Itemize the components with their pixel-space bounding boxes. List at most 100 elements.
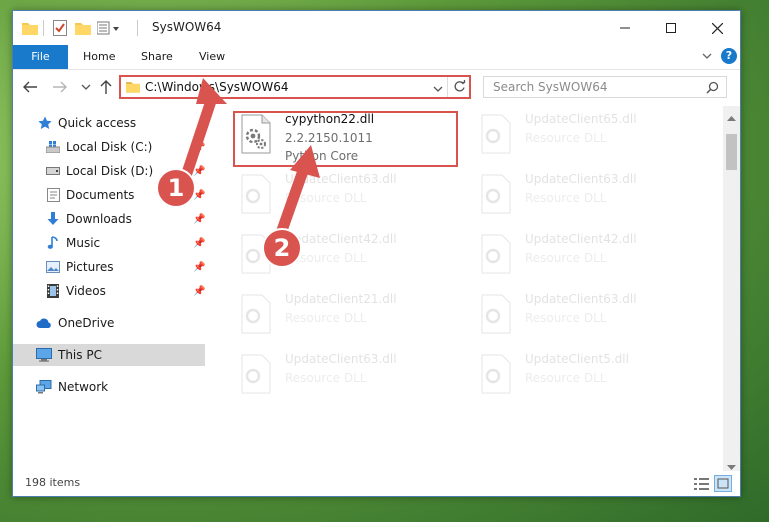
pin-icon[interactable]: 📌 (193, 262, 205, 273)
help-icon[interactable]: ? (721, 48, 737, 64)
list-item[interactable]: UpdateClient21.dll Resource DLL (239, 291, 469, 347)
file-name: UpdateClient65.dll (525, 112, 637, 126)
list-item[interactable]: UpdateClient65.dll Resource DLL (479, 111, 709, 167)
dll-file-icon (479, 354, 513, 394)
sidebar-item-network[interactable]: Network (13, 376, 205, 398)
minimize-button[interactable] (602, 11, 648, 45)
search-icon[interactable] (706, 81, 719, 97)
file-item-cypython22[interactable]: cypython22.dll 2.2.2150.1011 Python Core (239, 111, 469, 167)
sidebar-label: Music (66, 236, 101, 250)
file-name: cypython22.dll (285, 112, 375, 126)
vertical-scrollbar[interactable] (723, 106, 740, 471)
download-arrow-icon (45, 211, 61, 227)
address-dropdown-icon[interactable] (433, 82, 443, 96)
scroll-up-icon[interactable] (727, 110, 736, 124)
refresh-icon[interactable] (453, 79, 466, 96)
tab-home[interactable]: Home (83, 45, 115, 69)
search-input[interactable]: Search SysWOW64 (493, 80, 607, 94)
scroll-thumb[interactable] (726, 134, 737, 170)
network-icon (36, 379, 52, 395)
dll-file-icon (239, 294, 273, 334)
tab-share[interactable]: Share (141, 45, 173, 69)
title-divider (137, 20, 138, 36)
folder-icon (22, 20, 38, 36)
sidebar-label: Local Disk (C:) (66, 140, 153, 154)
cloud-icon (36, 315, 52, 331)
sidebar-label: Pictures (66, 260, 114, 274)
file-name: UpdateClient63.dll (525, 172, 637, 186)
sidebar-item-downloads[interactable]: Downloads 📌 (13, 208, 205, 230)
dll-file-icon (239, 114, 273, 154)
documents-icon (45, 187, 61, 203)
dll-file-icon (479, 234, 513, 274)
pin-icon[interactable]: 📌 (193, 214, 205, 225)
list-item[interactable]: UpdateClient5.dll Resource DLL (479, 351, 709, 407)
dll-file-icon (479, 114, 513, 154)
file-name: UpdateClient5.dll (525, 352, 629, 366)
pin-icon[interactable]: 📌 (193, 238, 205, 249)
back-button[interactable] (21, 78, 39, 96)
details-view-icon[interactable] (694, 477, 709, 494)
ribbon-tabs: File Home Share View ? (13, 45, 740, 70)
pin-icon[interactable]: 📌 (193, 166, 205, 177)
pin-icon[interactable]: 📌 (193, 142, 205, 153)
step-badge-2: 2 (262, 228, 302, 268)
search-box[interactable]: Search SysWOW64 (483, 76, 727, 98)
address-divider (447, 77, 448, 97)
file-description: Resource DLL (525, 131, 607, 145)
properties-icon[interactable] (53, 20, 67, 36)
sidebar-item-videos[interactable]: Videos 📌 (13, 280, 205, 302)
windows-drive-icon (45, 139, 61, 155)
list-item[interactable]: UpdateClient42.dll Resource DLL (479, 231, 709, 287)
file-description: Resource DLL (525, 371, 607, 385)
sidebar-label: Documents (66, 188, 135, 202)
sidebar-label: Network (58, 380, 109, 394)
sidebar-item-quick-access[interactable]: Quick access (13, 112, 205, 134)
file-description: Resource DLL (525, 191, 607, 205)
expand-ribbon-icon[interactable] (701, 50, 713, 65)
address-folder-icon (126, 80, 140, 96)
item-count: 198 items (25, 476, 81, 489)
sidebar-item-onedrive[interactable]: OneDrive (13, 312, 205, 334)
list-item[interactable]: UpdateClient63.dll Resource DLL (239, 171, 469, 227)
address-path[interactable]: C:\Windows\SysWOW64 (145, 80, 289, 94)
sidebar-label: Downloads (66, 212, 132, 226)
list-item[interactable]: UpdateClient63.dll Resource DLL (479, 171, 709, 227)
recent-locations-icon[interactable] (77, 78, 95, 96)
dll-file-icon (479, 174, 513, 214)
file-description: Resource DLL (525, 311, 607, 325)
navigation-pane: Quick access Local Disk (C:) 📌 Local Dis… (13, 106, 205, 476)
pin-icon[interactable]: 📌 (193, 286, 205, 297)
forward-button[interactable] (51, 78, 69, 96)
dll-file-icon (239, 354, 273, 394)
new-folder-icon[interactable] (75, 20, 91, 36)
sidebar-item-pictures[interactable]: Pictures 📌 (13, 256, 205, 278)
sidebar-item-music[interactable]: Music 📌 (13, 232, 205, 254)
qat-divider (43, 20, 44, 36)
sidebar-label: Videos (66, 284, 106, 298)
tiles-view-icon[interactable] (714, 475, 732, 492)
step-badge-1: 1 (156, 168, 196, 208)
file-version: 2.2.2150.1011 (285, 131, 373, 145)
list-item[interactable]: UpdateClient63.dll Resource DLL (479, 291, 709, 347)
sidebar-label: This PC (58, 348, 102, 362)
up-button[interactable] (97, 78, 115, 96)
drive-icon (45, 163, 61, 179)
sidebar-item-this-pc[interactable]: This PC (13, 344, 205, 366)
star-icon (37, 115, 53, 131)
maximize-button[interactable] (648, 11, 694, 45)
file-description: Python Core (285, 149, 359, 163)
file-description: Resource DLL (285, 371, 367, 385)
tab-view[interactable]: View (199, 45, 225, 69)
sidebar-label: OneDrive (58, 316, 115, 330)
tab-file[interactable]: File (13, 45, 68, 69)
dll-file-icon (479, 294, 513, 334)
sidebar-item-local-disk-c[interactable]: Local Disk (C:) 📌 (13, 136, 205, 158)
list-item[interactable]: UpdateClient63.dll Resource DLL (239, 351, 469, 407)
pictures-icon (45, 259, 61, 275)
address-bar[interactable]: C:\Windows\SysWOW64 (119, 75, 471, 99)
file-name: UpdateClient63.dll (285, 172, 397, 186)
customize-toolbar-icon[interactable] (97, 20, 121, 36)
file-name: UpdateClient63.dll (285, 352, 397, 366)
close-button[interactable] (694, 11, 740, 45)
